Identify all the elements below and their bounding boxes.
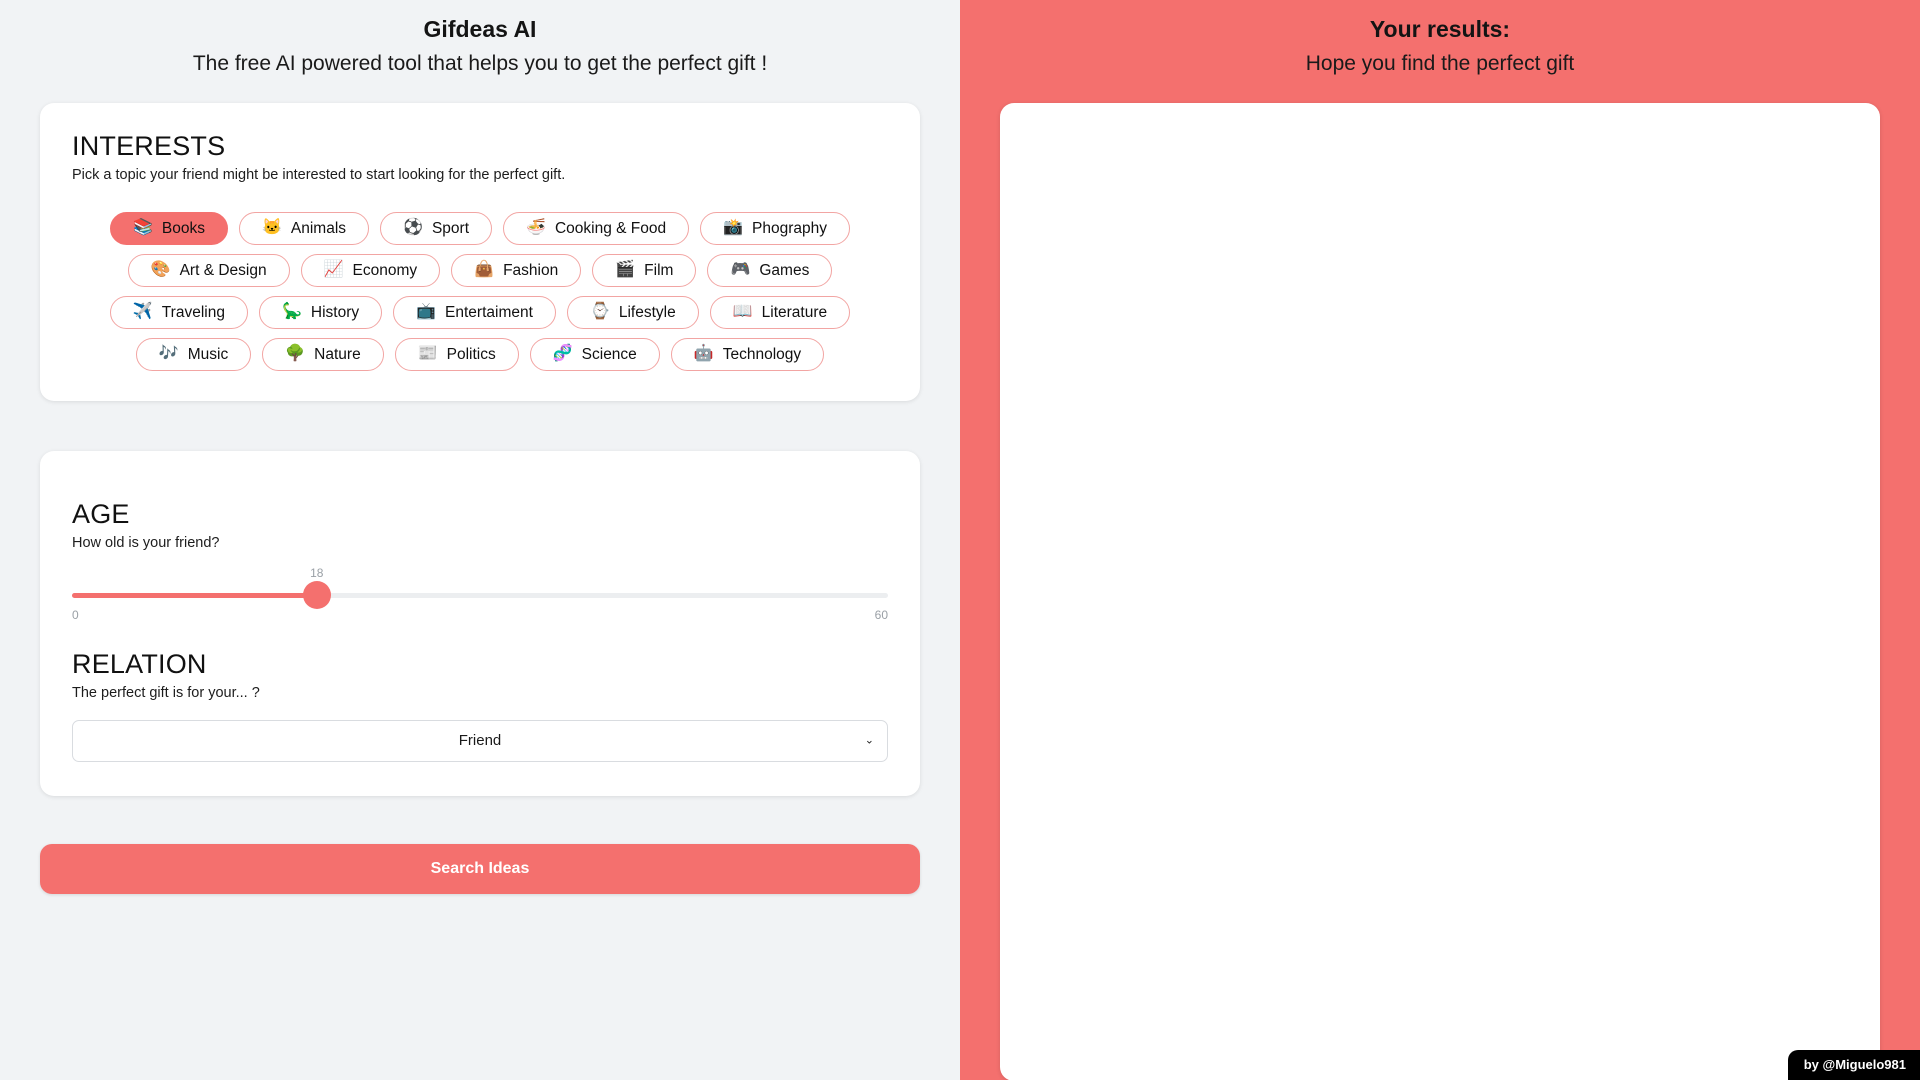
results-title: Your results: <box>1000 14 1880 45</box>
interest-tag-label: Books <box>162 220 205 237</box>
results-content-area <box>1000 103 1880 1080</box>
relation-description: The perfect gift is for your... ? <box>72 683 888 703</box>
cat-face-icon: 🐱 <box>262 220 282 236</box>
interests-tag-row: 📚 Books 🐱 Animals ⚽ Sport 🍜 Cooking & Food 📸 Phog… <box>72 212 888 245</box>
interest-tag-label: Film <box>644 262 673 279</box>
ramen-icon: 🍜 <box>526 220 546 236</box>
interest-tag-label: Fashion <box>503 262 558 279</box>
clapper-board-icon: 🎬 <box>615 262 635 278</box>
tree-icon: 🌳 <box>285 346 305 362</box>
interest-tag-animals[interactable]: 🐱 Animals <box>239 212 369 245</box>
interest-tag-games[interactable]: 🎮 Games <box>707 254 832 287</box>
interest-tag-label: Animals <box>291 220 346 237</box>
interest-tag-science[interactable]: 🧬 Science <box>530 338 660 371</box>
app-header: Gifdeas AI The free AI powered tool that… <box>40 0 920 77</box>
interest-tag-sport[interactable]: ⚽ Sport <box>380 212 492 245</box>
dinosaur-icon: 🦕 <box>282 304 302 320</box>
interest-tag-traveling[interactable]: ✈️ Traveling <box>110 296 248 329</box>
interests-tag-row: 🎨 Art & Design 📈 Economy 👜 Fashion 🎬 Film 🎮 Games <box>72 254 888 287</box>
palette-icon: 🎨 <box>151 262 171 278</box>
interest-tag-label: Traveling <box>162 304 225 321</box>
airplane-icon: ✈️ <box>133 304 153 320</box>
relation-select[interactable]: Friend <box>72 720 888 762</box>
interest-tag-label: Science <box>582 346 637 363</box>
handbag-icon: 👜 <box>474 262 494 278</box>
interest-tag-lifestyle[interactable]: ⌚ Lifestyle <box>567 296 699 329</box>
interest-tag-cooking-food[interactable]: 🍜 Cooking & Food <box>503 212 689 245</box>
interest-tag-politics[interactable]: 📰 Politics <box>395 338 519 371</box>
interest-tag-literature[interactable]: 📖 Literature <box>710 296 850 329</box>
interest-tag-label: Sport <box>432 220 469 237</box>
age-section: AGE How old is your friend? 18 0 60 <box>72 499 888 623</box>
interests-description: Pick a topic your friend might be intere… <box>72 165 888 185</box>
interest-tag-label: Entertaiment <box>445 304 533 321</box>
interest-tag-label: Lifestyle <box>619 304 676 321</box>
musical-notes-icon: 🎶 <box>159 346 179 362</box>
interest-tag-label: Nature <box>314 346 361 363</box>
dna-icon: 🧬 <box>553 346 573 362</box>
interest-tag-film[interactable]: 🎬 Film <box>592 254 696 287</box>
results-footer-strip <box>1315 1064 1565 1080</box>
interest-tag-entertaiment[interactable]: 📺 Entertaiment <box>393 296 556 329</box>
watch-icon: ⌚ <box>590 304 610 320</box>
camera-flash-icon: 📸 <box>723 220 743 236</box>
interest-tag-label: History <box>311 304 359 321</box>
results-header: Your results: Hope you find the perfect … <box>1000 0 1880 77</box>
results-subtitle: Hope you find the perfect gift <box>1000 50 1880 77</box>
age-slider-max-label: 60 <box>875 609 888 621</box>
results-panel: Your results: Hope you find the perfect … <box>960 0 1920 1080</box>
configuration-panel: Gifdeas AI The free AI powered tool that… <box>0 0 960 1080</box>
television-icon: 📺 <box>416 304 436 320</box>
page-title: Gifdeas AI <box>40 14 920 45</box>
page-subtitle: The free AI powered tool that helps you … <box>40 50 920 77</box>
relation-section: RELATION The perfect gift is for your...… <box>72 649 888 761</box>
age-title: AGE <box>72 499 888 530</box>
chart-increasing-icon: 📈 <box>324 262 344 278</box>
interest-tag-label: Literature <box>762 304 827 321</box>
interest-tag-music[interactable]: 🎶 Music <box>136 338 251 371</box>
interest-tag-nature[interactable]: 🌳 Nature <box>262 338 383 371</box>
interest-tag-label: Economy <box>353 262 418 279</box>
open-book-icon: 📖 <box>733 304 753 320</box>
interest-tag-economy[interactable]: 📈 Economy <box>301 254 441 287</box>
interest-tag-history[interactable]: 🦕 History <box>259 296 382 329</box>
interest-tag-label: Phography <box>752 220 827 237</box>
interests-title: INTERESTS <box>72 131 888 162</box>
interests-tag-list: 📚 Books 🐱 Animals ⚽ Sport 🍜 Cooking & Food 📸 Phog… <box>72 212 888 371</box>
interest-tag-label: Music <box>188 346 228 363</box>
preferences-card: AGE How old is your friend? 18 0 60 RELA… <box>40 451 920 796</box>
interest-tag-technology[interactable]: 🤖 Technology <box>671 338 824 371</box>
age-slider-thumb[interactable] <box>303 581 331 609</box>
interests-tag-row: ✈️ Traveling 🦕 History 📺 Entertaiment ⌚ Lifesty… <box>72 296 888 329</box>
interest-tag-phography[interactable]: 📸 Phography <box>700 212 850 245</box>
video-game-icon: 🎮 <box>730 262 750 278</box>
interest-tag-fashion[interactable]: 👜 Fashion <box>451 254 581 287</box>
age-slider-value: 18 <box>310 567 323 579</box>
age-slider[interactable]: 18 0 60 <box>72 567 888 623</box>
interest-tag-books[interactable]: 📚 Books <box>110 212 228 245</box>
author-credit-badge[interactable]: by @Miguelo981 <box>1788 1050 1920 1080</box>
books-icon: 📚 <box>133 220 153 236</box>
interests-tag-row: 🎶 Music 🌳 Nature 📰 Politics 🧬 Science 🤖 Technolog… <box>72 338 888 371</box>
robot-icon: 🤖 <box>694 346 714 362</box>
soccer-ball-icon: ⚽ <box>403 220 423 236</box>
newspaper-icon: 📰 <box>418 346 438 362</box>
interest-tag-label: Politics <box>447 346 496 363</box>
interest-tag-label: Technology <box>723 346 801 363</box>
relation-title: RELATION <box>72 649 888 680</box>
interest-tag-label: Cooking & Food <box>555 220 666 237</box>
age-description: How old is your friend? <box>72 533 888 553</box>
search-ideas-button[interactable]: Search Ideas <box>40 844 920 894</box>
interest-tag-art-design[interactable]: 🎨 Art & Design <box>128 254 290 287</box>
interest-tag-label: Games <box>759 262 809 279</box>
age-slider-fill <box>72 593 317 598</box>
relation-select-wrapper: Friend ⌄ <box>72 720 888 762</box>
age-slider-min-label: 0 <box>72 609 79 621</box>
interest-tag-label: Art & Design <box>180 262 267 279</box>
interests-card: INTERESTS Pick a topic your friend might… <box>40 103 920 401</box>
